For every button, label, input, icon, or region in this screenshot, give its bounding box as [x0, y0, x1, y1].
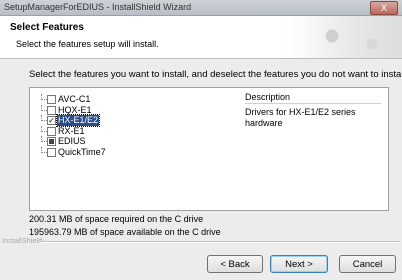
page-title: Select Features — [10, 22, 84, 33]
page-subtitle: Select the features setup will install. — [16, 39, 159, 49]
feature-label[interactable]: EDIUS — [57, 136, 87, 147]
wizard-header: Select Features Select the features setu… — [0, 16, 402, 59]
back-button[interactable]: < Back — [207, 255, 263, 273]
partial-checkbox[interactable] — [47, 137, 56, 146]
header-decoration — [302, 16, 402, 58]
unchecked-checkbox[interactable] — [47, 105, 56, 115]
description-divider — [245, 103, 381, 104]
description-title: Description — [245, 92, 291, 102]
window-title: SetupManagerForEDIUS - InstallShield Wiz… — [4, 2, 192, 12]
installer-window: SetupManagerForEDIUS - InstallShield Wiz… — [0, 0, 402, 280]
checked-checkbox[interactable]: ✓ — [47, 116, 56, 125]
footer-divider — [40, 241, 400, 243]
title-bar: SetupManagerForEDIUS - InstallShield Wiz… — [0, 0, 402, 16]
feature-label[interactable]: AVC-C1 — [57, 94, 91, 105]
installshield-brand: InstallShield — [2, 236, 43, 245]
unchecked-checkbox[interactable] — [47, 95, 56, 104]
cancel-button[interactable]: Cancel — [339, 255, 396, 273]
feature-label[interactable]: HX-E1/E2 — [55, 114, 101, 127]
unchecked-checkbox[interactable] — [47, 126, 56, 136]
next-button[interactable]: Next > — [270, 255, 328, 273]
feature-panel: AVC-C1 HQX-E1 ✓ HX-E1/E2 RX-E1 EDIUS QuickTime… — [29, 87, 389, 211]
space-required: 200.31 MB of space required on the C dri… — [29, 214, 204, 224]
feature-label[interactable]: QuickTime7 — [57, 147, 107, 158]
feature-label[interactable]: RX-E1 — [57, 126, 86, 137]
instruction-text: Select the features you want to install,… — [29, 69, 402, 80]
description-text: Drivers for HX-E1/E2 series hardware — [245, 107, 356, 128]
space-available: 195963.79 MB of space available on the C… — [29, 227, 221, 237]
close-button[interactable]: X — [370, 1, 398, 15]
feature-label[interactable]: HQX-E1 — [57, 105, 93, 116]
unchecked-checkbox[interactable] — [47, 147, 56, 157]
